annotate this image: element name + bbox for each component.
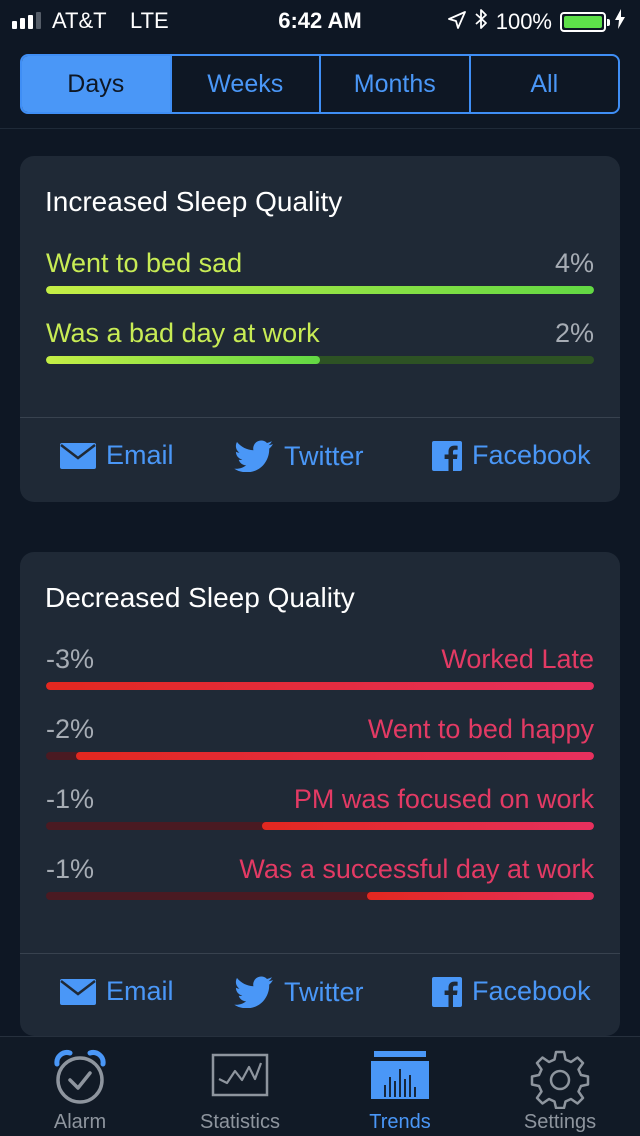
period-segmented-control: Days Weeks Months All (20, 54, 620, 114)
tab-bar: Alarm Statistics Trends Settings (0, 1036, 640, 1136)
factor-row: Was a bad day at work 2% (46, 318, 594, 378)
twitter-bird-icon (234, 976, 274, 1008)
tab-label: Alarm (53, 1111, 107, 1133)
factor-percent: -3% (46, 644, 95, 674)
share-email-button[interactable]: Email (60, 976, 174, 1007)
segment-days[interactable]: Days (22, 56, 172, 112)
factor-percent: 4% (554, 248, 594, 278)
share-twitter-button[interactable]: Twitter (234, 976, 364, 1008)
factor-bar-fill (76, 752, 594, 760)
factor-percent: -1% (46, 784, 95, 814)
decreased-sleep-quality-card: Decreased Sleep Quality -3% Worked Late … (20, 552, 620, 1036)
share-email-button[interactable]: Email (60, 440, 174, 471)
tab-statistics[interactable]: Statistics (160, 1037, 320, 1136)
gear-icon (530, 1049, 590, 1114)
tab-settings[interactable]: Settings (480, 1037, 640, 1136)
alarm-clock-icon (50, 1049, 110, 1112)
factor-bar-track (46, 356, 594, 364)
factor-bar-track (46, 682, 594, 690)
factor-row: -2% Went to bed happy (46, 714, 594, 774)
battery-icon (560, 12, 610, 32)
factor-label: Was a successful day at work (239, 854, 594, 884)
tab-alarm[interactable]: Alarm (0, 1037, 160, 1136)
factor-bar-fill (366, 892, 594, 900)
factor-bar-track (46, 752, 594, 760)
card-title: Increased Sleep Quality (45, 186, 343, 217)
segment-weeks[interactable]: Weeks (172, 56, 321, 112)
card-divider (20, 417, 620, 418)
share-facebook-button[interactable]: Facebook (432, 976, 591, 1007)
share-twitter-label: Twitter (284, 976, 364, 1007)
bluetooth-icon (474, 8, 488, 36)
email-icon (60, 442, 96, 469)
factor-label: PM was focused on work (293, 784, 594, 814)
tab-label: Trends (369, 1111, 431, 1133)
factor-row: Went to bed sad 4% (46, 248, 594, 308)
factor-label: Was a bad day at work (46, 318, 320, 348)
email-icon (60, 978, 96, 1005)
factor-percent: -1% (46, 854, 95, 884)
tab-label: Statistics (199, 1111, 281, 1133)
factor-bar-fill (46, 682, 594, 690)
factor-label: Went to bed happy (367, 714, 594, 744)
factor-percent: -2% (46, 714, 95, 744)
factor-bar-fill (46, 286, 594, 294)
location-arrow-icon (447, 9, 466, 35)
segment-months[interactable]: Months (321, 56, 471, 112)
trends-bars-icon (371, 1049, 429, 1106)
card-title: Decreased Sleep Quality (45, 582, 355, 613)
share-facebook-label: Facebook (472, 440, 591, 470)
battery-percent: 100% (495, 9, 552, 34)
share-twitter-button[interactable]: Twitter (234, 440, 364, 472)
factor-bar-fill (262, 822, 594, 830)
factor-bar-fill (46, 356, 320, 364)
tab-label: Settings (523, 1111, 597, 1133)
charging-bolt-icon (614, 9, 626, 35)
trends-screen: AT&T LTE 6:42 AM 100% Days Weeks Months … (0, 0, 640, 1136)
segment-all[interactable]: All (471, 56, 619, 112)
tab-trends[interactable]: Trends (320, 1037, 480, 1136)
share-twitter-label: Twitter (284, 440, 364, 471)
factor-row: -1% Was a successful day at work (46, 854, 594, 914)
share-email-label: Email (106, 976, 174, 1006)
twitter-bird-icon (234, 440, 274, 472)
status-bar: AT&T LTE 6:42 AM 100% (0, 0, 640, 40)
factor-bar-track (46, 822, 594, 830)
statistics-chart-icon (211, 1049, 269, 1104)
factor-bar-track (46, 286, 594, 294)
header-divider (0, 128, 640, 129)
status-indicators: 100% (447, 8, 626, 36)
share-email-label: Email (106, 440, 174, 470)
factor-label: Worked Late (441, 644, 594, 674)
increased-sleep-quality-card: Increased Sleep Quality Went to bed sad … (20, 156, 620, 502)
factor-row: -3% Worked Late (46, 644, 594, 704)
card-divider (20, 953, 620, 954)
facebook-icon (432, 976, 462, 1007)
factor-row: -1% PM was focused on work (46, 784, 594, 844)
share-facebook-button[interactable]: Facebook (432, 440, 591, 471)
share-facebook-label: Facebook (472, 976, 591, 1006)
factor-percent: 2% (554, 318, 594, 348)
facebook-icon (432, 440, 462, 471)
factor-bar-track (46, 892, 594, 900)
factor-label: Went to bed sad (46, 248, 243, 278)
